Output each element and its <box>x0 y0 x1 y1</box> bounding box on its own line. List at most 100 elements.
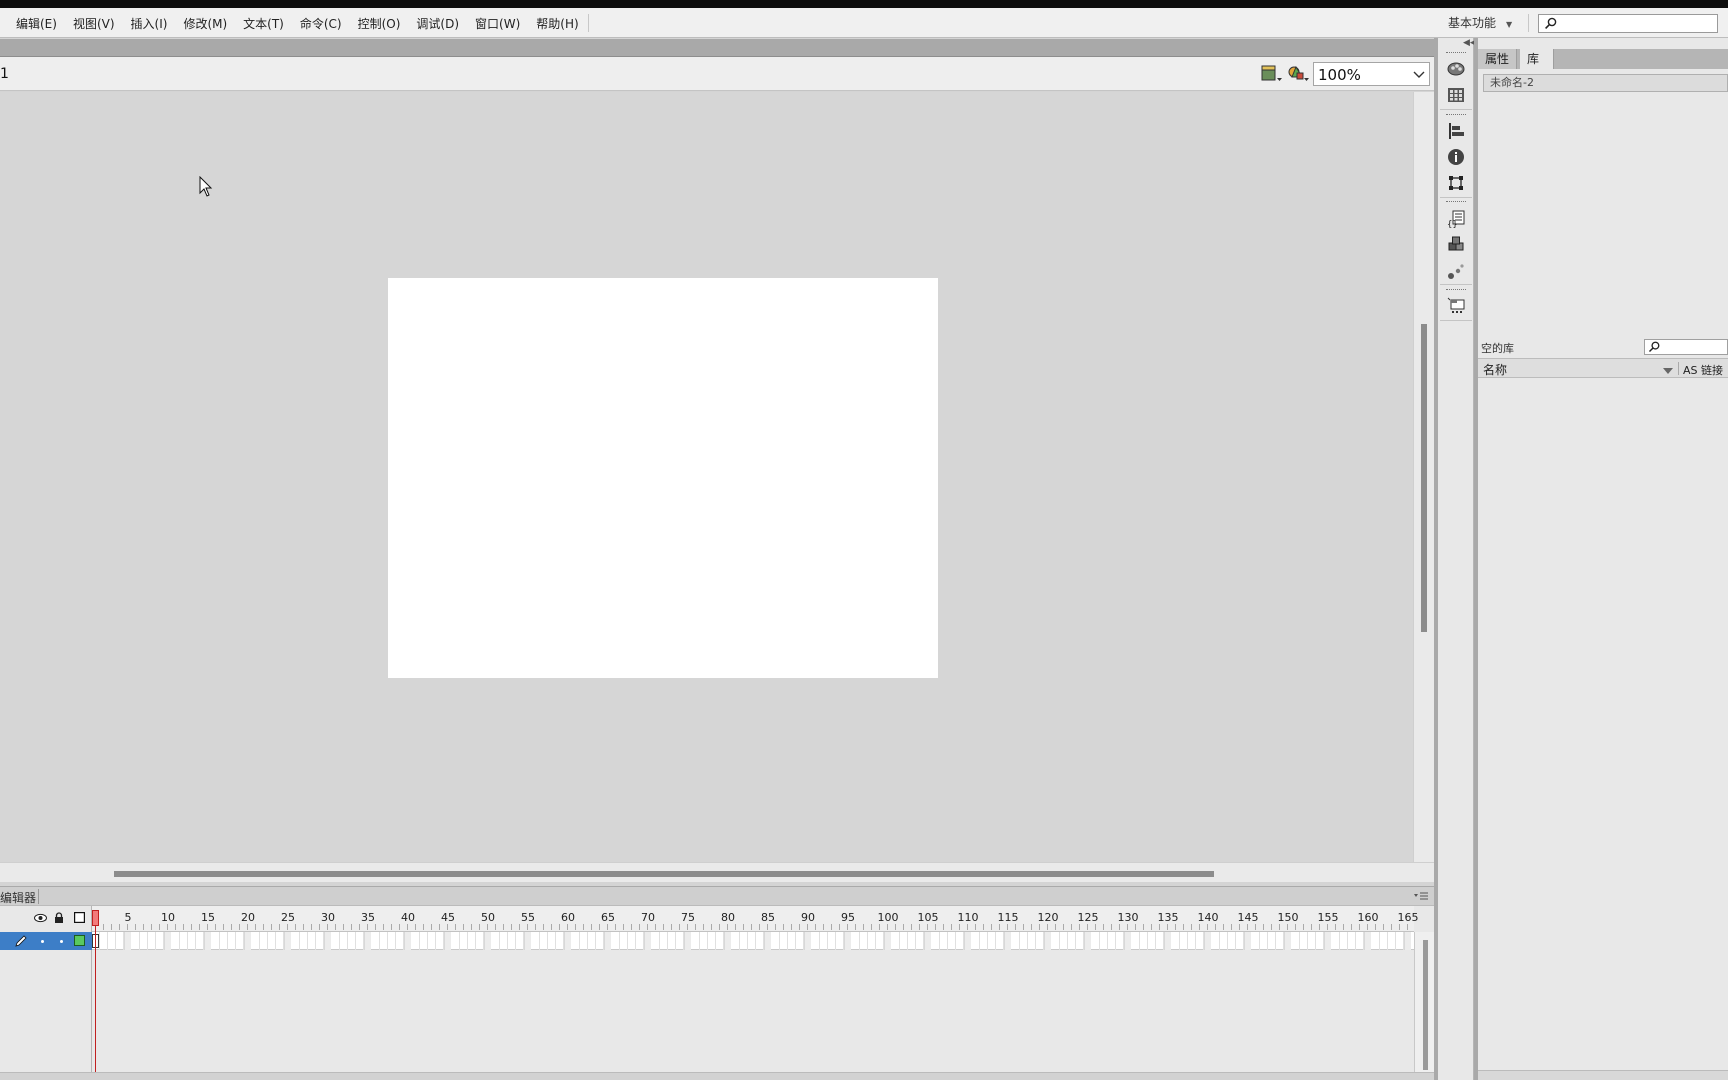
frame-cell[interactable] <box>1107 932 1108 950</box>
frame-ruler[interactable]: 1510152025303540455055606570758085909510… <box>92 906 1419 932</box>
frame-cell[interactable] <box>619 932 620 950</box>
frame-cell[interactable] <box>364 932 371 950</box>
menu-item[interactable]: 命令(C) <box>292 15 350 32</box>
pasteboard[interactable] <box>0 92 1413 862</box>
frame-cell[interactable] <box>155 932 156 950</box>
layer-row[interactable] <box>0 932 92 950</box>
frame-cell[interactable] <box>484 932 491 950</box>
menu-item[interactable]: 控制(O) <box>350 15 409 32</box>
edit-symbols-icon[interactable] <box>1288 65 1310 86</box>
menu-item[interactable]: 文本(T) <box>235 15 292 32</box>
frame-cell[interactable] <box>867 932 868 950</box>
frame-cell[interactable] <box>1187 932 1188 950</box>
frame-cell[interactable] <box>564 932 571 950</box>
frame-cell[interactable] <box>1387 932 1388 950</box>
frame-cell[interactable] <box>1115 932 1116 950</box>
frame-cell[interactable] <box>419 932 420 950</box>
frame-cell[interactable] <box>739 932 740 950</box>
frame-cell[interactable] <box>315 932 316 950</box>
frame-row[interactable] <box>92 932 1414 950</box>
frame-cell[interactable] <box>235 932 236 950</box>
frame-cell[interactable] <box>219 932 220 950</box>
frame-cell[interactable] <box>1219 932 1220 950</box>
frame-cell[interactable] <box>715 932 716 950</box>
frame-cell[interactable] <box>507 932 508 950</box>
frame-cell[interactable] <box>124 932 131 950</box>
frame-cell[interactable] <box>524 932 531 950</box>
frame-cell[interactable] <box>1164 932 1171 950</box>
column-name-header[interactable]: 名称 <box>1483 361 1507 378</box>
grip-icon[interactable] <box>1446 52 1466 54</box>
frame-cell[interactable] <box>1155 932 1156 950</box>
menu-item[interactable]: 窗口(W) <box>467 15 528 32</box>
frame-cell[interactable] <box>1075 932 1076 950</box>
frame-cell[interactable] <box>684 932 691 950</box>
frame-cell[interactable] <box>324 932 331 950</box>
frame-cell[interactable] <box>179 932 180 950</box>
frame-cell[interactable] <box>299 932 300 950</box>
timeline-title[interactable]: 编辑器 <box>0 889 36 906</box>
frame-cell[interactable] <box>459 932 460 950</box>
frame-cell[interactable] <box>1235 932 1236 950</box>
frame-cell[interactable] <box>1395 932 1396 950</box>
frame-cell[interactable] <box>1299 932 1300 950</box>
frame-cell[interactable] <box>379 932 380 950</box>
frame-cell[interactable] <box>899 932 900 950</box>
frame-cell[interactable] <box>1035 932 1036 950</box>
frame-cell[interactable] <box>1364 932 1371 950</box>
library-document-select[interactable]: 未命名-2 <box>1483 74 1728 92</box>
frame-cell[interactable] <box>339 932 340 950</box>
tab-library[interactable]: 库 <box>1520 49 1554 69</box>
frame-cell[interactable] <box>964 932 971 950</box>
playhead[interactable] <box>92 910 99 926</box>
frame-cell[interactable] <box>1139 932 1140 950</box>
frame-cell[interactable] <box>1059 932 1060 950</box>
frame-cell[interactable] <box>1339 932 1340 950</box>
swatches-grid-icon[interactable] <box>1447 86 1465 104</box>
visibility-dot[interactable] <box>41 940 44 943</box>
frame-cell[interactable] <box>284 932 291 950</box>
stage-vertical-scrollbar[interactable] <box>1413 92 1434 862</box>
frame-cell[interactable] <box>435 932 436 950</box>
frame-cell[interactable] <box>515 932 516 950</box>
frame-cell[interactable] <box>244 932 251 950</box>
frame-cell[interactable] <box>875 932 876 950</box>
frame-cell[interactable] <box>187 932 188 950</box>
frame-cell[interactable] <box>1124 932 1131 950</box>
transform-icon[interactable] <box>1447 174 1465 192</box>
project-icon[interactable] <box>1447 297 1465 315</box>
menu-item[interactable]: 帮助(H) <box>528 15 586 32</box>
frame-cell[interactable] <box>99 932 100 950</box>
frame-cell[interactable] <box>259 932 260 950</box>
frame-cell[interactable] <box>819 932 820 950</box>
frame-cell[interactable] <box>115 932 116 950</box>
frame-cell[interactable] <box>307 932 308 950</box>
grip-icon[interactable] <box>1446 114 1466 116</box>
align-icon[interactable] <box>1447 122 1465 140</box>
grip-icon[interactable] <box>1446 289 1466 291</box>
frame-cell[interactable] <box>275 932 276 950</box>
frame-cell[interactable] <box>604 932 611 950</box>
frame-cell[interactable] <box>579 932 580 950</box>
frame-cell[interactable] <box>939 932 940 950</box>
frame-cell[interactable] <box>755 932 756 950</box>
frame-cell[interactable] <box>1027 932 1028 950</box>
frame-cell[interactable] <box>347 932 348 950</box>
frame-cell[interactable] <box>635 932 636 950</box>
frame-cell[interactable] <box>444 932 451 950</box>
frame-cell[interactable] <box>659 932 660 950</box>
frame-cell[interactable] <box>555 932 556 950</box>
frame-cell[interactable] <box>1324 932 1331 950</box>
frame-cell[interactable] <box>1267 932 1268 950</box>
frame-cell[interactable] <box>355 932 356 950</box>
info-icon[interactable] <box>1447 148 1465 166</box>
frame-cell[interactable] <box>1067 932 1068 950</box>
frame-cell[interactable] <box>1355 932 1356 950</box>
help-search-input[interactable] <box>1538 14 1718 33</box>
frame-cell[interactable] <box>1315 932 1316 950</box>
frame-cell[interactable] <box>427 932 428 950</box>
frame-cell[interactable] <box>627 932 628 950</box>
frame-cell[interactable] <box>1204 932 1211 950</box>
scrollbar-thumb[interactable] <box>1421 324 1427 632</box>
frame-cell[interactable] <box>1179 932 1180 950</box>
